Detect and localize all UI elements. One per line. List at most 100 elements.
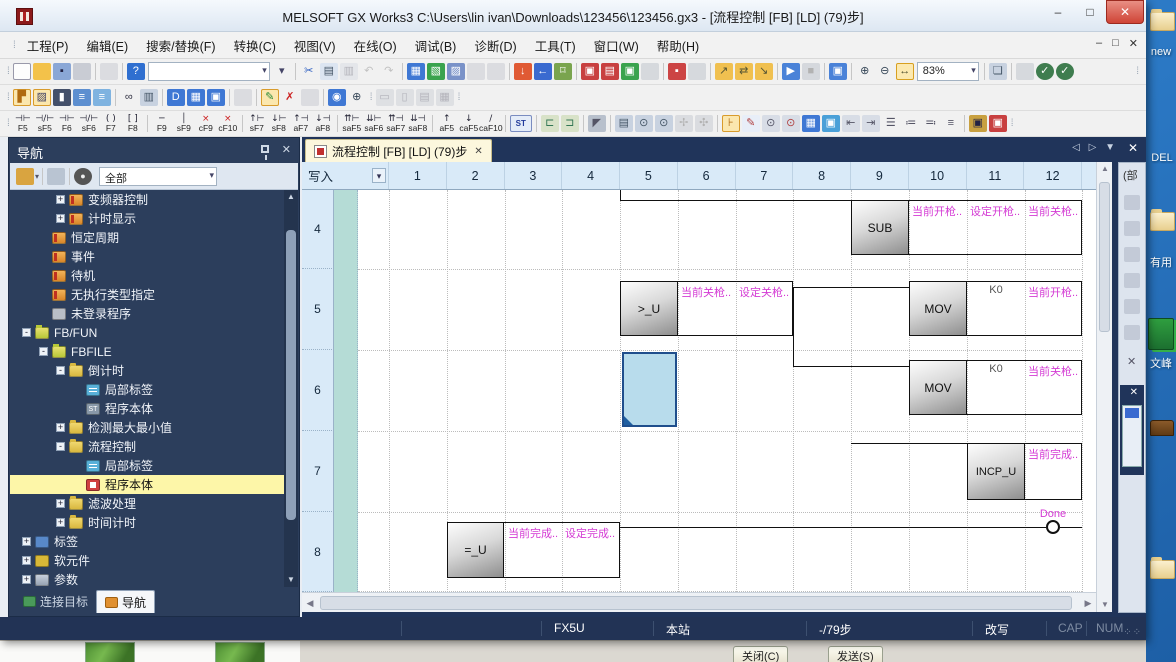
find-replace-2-icon[interactable]: ⊙: [782, 115, 800, 132]
window-3-icon[interactable]: ▤: [416, 89, 434, 106]
scroll-down-icon[interactable]: ▼: [1097, 598, 1113, 612]
pin-label[interactable]: 设定关枪..: [736, 284, 792, 300]
mode-cell[interactable]: 写入 ▾: [302, 162, 389, 189]
column-header[interactable]: 2: [447, 162, 505, 189]
column-header[interactable]: 11: [967, 162, 1025, 189]
vertical-scrollbar[interactable]: ▲ ▼: [1096, 162, 1112, 612]
tree-display-icon[interactable]: [16, 168, 34, 185]
scroll-up-icon[interactable]: ▲: [284, 190, 298, 204]
operand-value[interactable]: K0: [967, 363, 1025, 375]
device-comment-icon[interactable]: D: [167, 89, 185, 106]
pair-open-icon[interactable]: ⊏: [541, 115, 559, 132]
horizontal-scrollbar[interactable]: ◀ ▶: [302, 592, 1096, 612]
menu-item[interactable]: 工程(P): [18, 32, 78, 59]
fkey-aF8-button[interactable]: ↓⊣aF8: [312, 112, 334, 135]
redo-icon[interactable]: ↷: [380, 63, 398, 80]
device-red-icon[interactable]: ▪: [668, 63, 686, 80]
address-combo[interactable]: [148, 62, 270, 81]
fkey-aF5-button[interactable]: ↑aF5: [436, 112, 458, 135]
find-doc-2-icon[interactable]: ⊙: [655, 115, 673, 132]
chevron-down-icon[interactable]: ▾: [35, 172, 39, 181]
watch-red-1-icon[interactable]: ▣: [581, 63, 599, 80]
tree-item[interactable]: ST程序本体: [10, 399, 284, 418]
tree-item[interactable]: +检测最大最小值: [10, 418, 284, 437]
note-list-icon[interactable]: ≡: [93, 89, 111, 106]
edit-mode-icon[interactable]: ✎: [261, 89, 279, 106]
tab-scroll-arrows[interactable]: ◁ ▷ ▼: [1072, 142, 1118, 153]
column-header[interactable]: 3: [505, 162, 563, 189]
download-icon[interactable]: ↓: [514, 63, 532, 80]
element-selection-icon[interactable]: ▨: [33, 89, 51, 106]
row-header[interactable]: 4: [302, 190, 334, 269]
find-device-icon[interactable]: ⊕: [348, 89, 366, 106]
expand-icon[interactable]: +: [56, 518, 65, 527]
menu-item[interactable]: 视图(V): [285, 32, 345, 59]
column-header[interactable]: 1: [389, 162, 447, 189]
pin-label[interactable]: 设定完成..: [562, 525, 619, 541]
shift-left-icon[interactable]: ⇤: [842, 115, 860, 132]
tree-item[interactable]: +软元件: [10, 551, 284, 570]
output-coil[interactable]: [1046, 520, 1060, 534]
device-batch-icon[interactable]: ▦: [802, 115, 820, 132]
tree-item[interactable]: 恒定周期: [10, 228, 284, 247]
tree-item[interactable]: +滤波处理: [10, 494, 284, 513]
hand-icon[interactable]: [1124, 195, 1140, 210]
menu-item[interactable]: 诊断(D): [465, 32, 525, 59]
column-header[interactable]: 12: [1024, 162, 1082, 189]
tree-item[interactable]: +时间计时: [10, 513, 284, 532]
scroll-right-icon[interactable]: ▶: [1080, 595, 1096, 611]
instruction-block[interactable]: INCP_U: [967, 443, 1025, 500]
toolbar-grip[interactable]: ⁞: [7, 66, 9, 77]
close-button[interactable]: 关闭(C): [733, 646, 788, 662]
write-to-plc-icon[interactable]: ▦: [407, 63, 425, 80]
instruction-block[interactable]: MOV: [909, 360, 967, 415]
instruction-block[interactable]: SUB: [851, 200, 909, 255]
copy-icon[interactable]: ▤: [320, 63, 338, 80]
register-watch-1-icon[interactable]: ▣: [969, 115, 987, 132]
doc-minimize-icon[interactable]: –: [1096, 37, 1102, 50]
tree-item[interactable]: +计时显示: [10, 209, 284, 228]
open-project-icon[interactable]: [33, 63, 51, 80]
fkey-caF5-button[interactable]: ↓caF5: [458, 112, 480, 135]
new-file-icon[interactable]: [13, 63, 31, 80]
resize-grip[interactable]: ⁘⁘: [1123, 627, 1142, 638]
history-icon[interactable]: [100, 63, 118, 80]
close-icon[interactable]: ✕: [282, 143, 291, 156]
expand-icon[interactable]: +: [56, 214, 65, 223]
tab-navigation[interactable]: 导航: [96, 590, 155, 613]
toolbar-options-icon[interactable]: ▾: [273, 63, 291, 80]
scrollbar-thumb[interactable]: [286, 230, 296, 520]
pair-close-icon[interactable]: ⊐: [561, 115, 579, 132]
close-button[interactable]: ✕: [1106, 0, 1144, 24]
close-icon[interactable]: ✕: [1127, 355, 1136, 368]
image-thumbnail[interactable]: [85, 642, 135, 662]
window-2-icon[interactable]: ▯: [396, 89, 414, 106]
tree-filter-combo[interactable]: 全部: [99, 167, 217, 186]
coil-label[interactable]: Done: [1018, 508, 1088, 520]
toolbar-grip[interactable]: ⁞: [13, 40, 15, 51]
minimize-button[interactable]: –: [1042, 0, 1074, 24]
fkey-F8-button[interactable]: [ ]F8: [122, 112, 144, 135]
pin-label[interactable]: 当前开枪..: [1025, 284, 1081, 300]
fkey-sF8-button[interactable]: ↓⊢sF8: [268, 112, 290, 135]
tree-item[interactable]: 局部标签: [10, 380, 284, 399]
io-check-icon[interactable]: ✗: [281, 89, 299, 106]
paste-icon[interactable]: ▥: [340, 63, 358, 80]
toolbar-overflow-icon[interactable]: ⁞: [458, 92, 460, 103]
align-1-icon[interactable]: ☰: [882, 115, 900, 132]
binoculars-icon[interactable]: [1124, 221, 1140, 236]
check-2-icon[interactable]: ✓: [1056, 63, 1074, 80]
tree-item[interactable]: +标签: [10, 532, 284, 551]
tree-scrollbar[interactable]: ▲ ▼: [284, 190, 298, 587]
selected-cell[interactable]: [622, 352, 677, 427]
register-watch-2-icon[interactable]: ▣: [989, 115, 1007, 132]
desktop-chest-icon[interactable]: [1150, 420, 1174, 436]
row-header[interactable]: 8: [302, 512, 334, 592]
expand-icon[interactable]: +: [22, 537, 31, 546]
row-header[interactable]: 7: [302, 431, 334, 512]
pane-close-icon[interactable]: ✕: [1128, 141, 1138, 155]
column-header[interactable]: 8: [793, 162, 851, 189]
expand-icon[interactable]: +: [22, 556, 31, 565]
collapse-icon[interactable]: -: [56, 366, 65, 375]
expand-icon[interactable]: +: [22, 575, 31, 584]
